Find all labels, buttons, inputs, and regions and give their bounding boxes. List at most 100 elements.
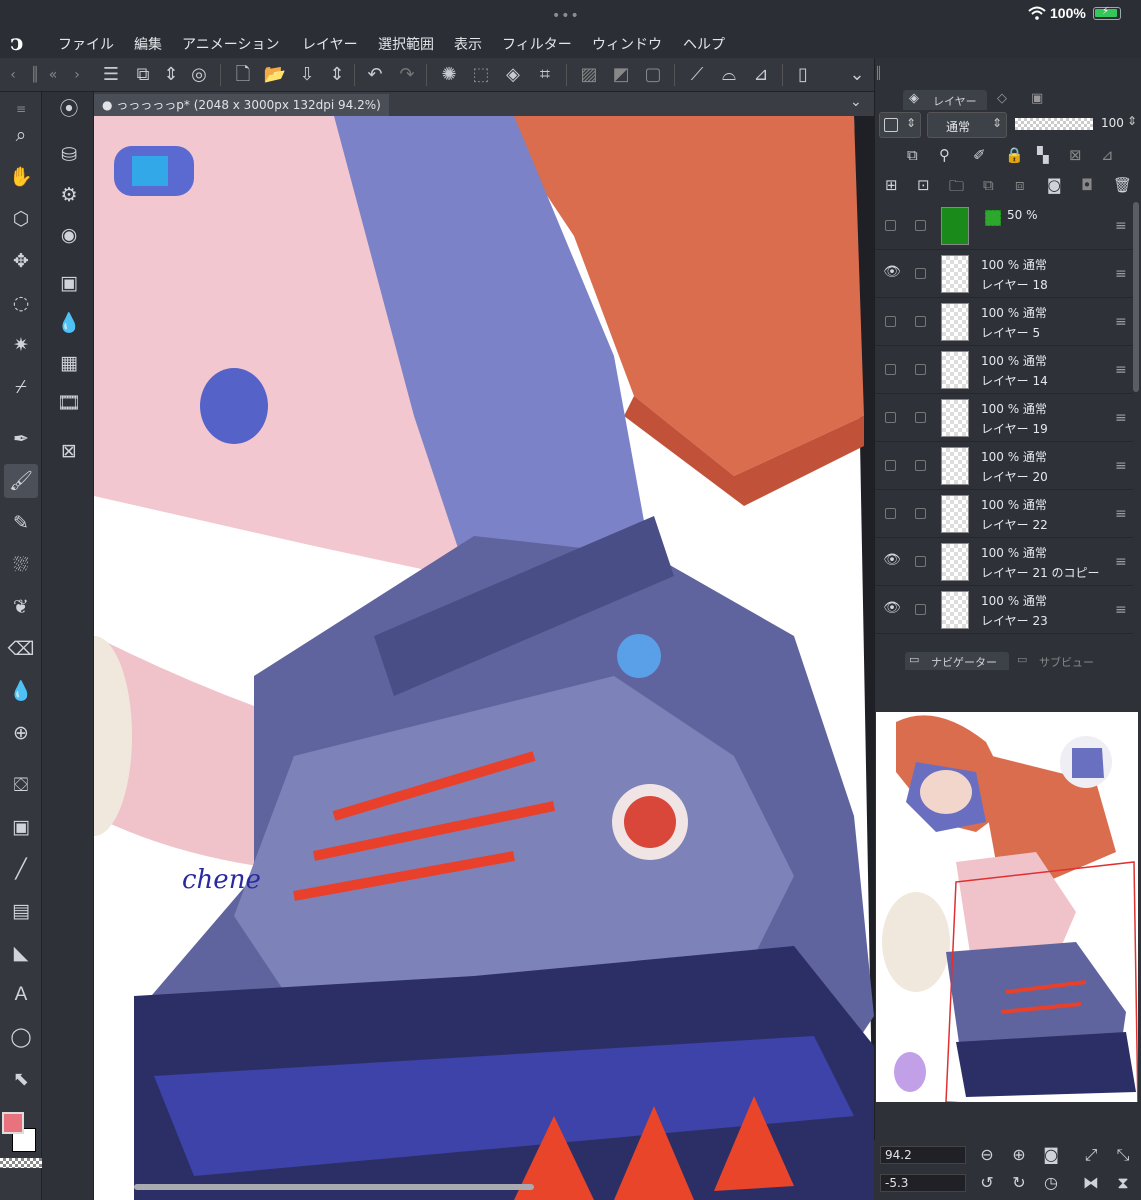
visibility-toggle[interactable]: [885, 364, 896, 375]
fit-screen-icon[interactable]: ⤢: [1080, 1144, 1102, 1166]
menu-file[interactable]: ファイル: [58, 34, 114, 54]
panel-grip-icon[interactable]: ║: [875, 66, 882, 80]
expression-color-box[interactable]: ⇕: [879, 112, 921, 138]
drag-handle-icon[interactable]: ≡: [1115, 602, 1127, 618]
mask-icon[interactable]: ⊠: [1069, 146, 1082, 164]
visibility-toggle[interactable]: [885, 316, 896, 327]
collapse-double-left-icon[interactable]: «: [40, 62, 66, 88]
ruler-icon[interactable]: ◣: [4, 936, 38, 970]
new-raster-layer-icon[interactable]: ⊞: [885, 176, 898, 194]
document-tab[interactable]: ● っっっっっp* (2048 x 3000px 132dpi 94.2%): [94, 94, 389, 116]
layer-row[interactable]: 100 % 通常 レイヤー 5 ≡: [875, 298, 1133, 346]
rotation-field[interactable]: -5.3: [880, 1174, 966, 1192]
drag-handle-icon[interactable]: ≡: [1115, 314, 1127, 330]
lock-toggle[interactable]: [915, 412, 926, 423]
canvas-scrollbar[interactable]: [134, 1184, 534, 1190]
flip-horizontal-icon[interactable]: ⧓: [1080, 1172, 1102, 1194]
layer-row[interactable]: 100 % 通常 レイヤー 20 ≡: [875, 442, 1133, 490]
gradient-icon[interactable]: ▣: [4, 810, 38, 844]
visibility-toggle[interactable]: [885, 508, 896, 519]
chevron-updown-icon[interactable]: ⇕: [324, 62, 350, 88]
visibility-toggle[interactable]: [885, 220, 896, 231]
flip-vertical-icon[interactable]: ⧗: [1112, 1172, 1134, 1194]
blend-mode-select[interactable]: 通常 ⇕: [927, 112, 1007, 138]
lock-toggle[interactable]: [915, 556, 926, 567]
move-icon[interactable]: ✥: [4, 244, 38, 278]
actual-size-icon[interactable]: ⤡: [1112, 1144, 1134, 1166]
menu-help[interactable]: ヘルプ: [683, 34, 725, 54]
airbrush-icon[interactable]: ⛆: [4, 548, 38, 582]
layer-tab[interactable]: ◈ レイヤー: [903, 90, 987, 110]
main-color-swatch[interactable]: [2, 1112, 24, 1134]
settings-layer-icon[interactable]: ⚙: [52, 178, 86, 212]
layer-row[interactable]: 👁 100 % 通常 レイヤー 21 のコピー ≡: [875, 538, 1133, 586]
clip-lower-layer-icon[interactable]: ⧉: [907, 146, 918, 164]
save-icon[interactable]: ⇩: [294, 62, 320, 88]
zoom-in-icon[interactable]: ⊕: [1008, 1144, 1030, 1166]
layer-row[interactable]: 100 % 通常 レイヤー 19 ≡: [875, 394, 1133, 442]
ruler-layer-icon[interactable]: ⊿: [1101, 146, 1114, 164]
eye-icon[interactable]: 👁: [883, 600, 901, 618]
lock-toggle[interactable]: [915, 508, 926, 519]
decoration-icon[interactable]: ❦: [4, 590, 38, 624]
hand-icon[interactable]: ✋: [4, 160, 38, 194]
grid-snap-icon[interactable]: ⊿: [748, 62, 774, 88]
pencil-icon[interactable]: ✎: [4, 506, 38, 540]
drag-handle-icon[interactable]: ≡: [1115, 506, 1127, 522]
subview-tab[interactable]: ▭ サブビュー: [1013, 652, 1103, 670]
navigator-tab[interactable]: ▭ ナビゲーター: [905, 652, 1009, 670]
drag-handle-icon[interactable]: ≡: [1115, 362, 1127, 378]
drag-handle-icon[interactable]: ≡: [1115, 266, 1127, 282]
layer-row[interactable]: 50 % ≡: [875, 202, 1133, 250]
chevron-updown-icon[interactable]: ⇕: [1127, 114, 1137, 128]
new-folder-icon[interactable]: 🗀: [949, 176, 964, 201]
frame-icon[interactable]: ▤: [4, 894, 38, 928]
app-logo-icon[interactable]: ↄ: [10, 30, 36, 56]
close-layer-icon[interactable]: ⊠: [52, 434, 86, 468]
fill-bucket-icon[interactable]: ◈: [500, 62, 526, 88]
layer-row[interactable]: 👁 100 % 通常 レイヤー 18 ≡: [875, 250, 1133, 298]
lock-toggle[interactable]: [915, 316, 926, 327]
color-mix-icon[interactable]: 💧: [52, 306, 86, 340]
navigator-preview[interactable]: [876, 712, 1138, 1102]
target-layer-icon[interactable]: ◉: [52, 218, 86, 252]
clear-icon[interactable]: ⬚: [468, 62, 494, 88]
lasso-select-icon[interactable]: ◌: [4, 286, 38, 320]
pen-icon[interactable]: ✒: [4, 422, 38, 456]
lock-toggle[interactable]: [915, 268, 926, 279]
expand-right-icon[interactable]: ›: [64, 62, 90, 88]
material-icon[interactable]: ▣: [52, 266, 86, 300]
eye-icon[interactable]: 👁: [883, 552, 901, 570]
lock-transparent-icon[interactable]: ▚: [1037, 146, 1049, 164]
quick-access-icon[interactable]: ⧉: [130, 62, 156, 88]
lock-toggle[interactable]: [915, 460, 926, 471]
text-icon[interactable]: A: [4, 978, 38, 1012]
ruler-snap-icon[interactable]: ⟋: [684, 62, 710, 88]
brush-icon[interactable]: 🖌: [4, 464, 38, 498]
clip-logo-icon[interactable]: ◎: [186, 62, 212, 88]
layer-row[interactable]: 👁 100 % 通常 レイヤー 23 ≡: [875, 586, 1133, 634]
opacity-slider[interactable]: [1015, 118, 1093, 130]
layer-scrollbar[interactable]: [1133, 202, 1139, 392]
magic-wand-icon[interactable]: ✷: [4, 328, 38, 362]
lock-icon[interactable]: 🔒: [1005, 146, 1024, 164]
lock-toggle[interactable]: [915, 604, 926, 615]
special-ruler-icon[interactable]: ⌓: [716, 62, 742, 88]
eye-icon[interactable]: 👁: [883, 264, 901, 282]
redo-icon[interactable]: ↷: [394, 62, 420, 88]
reference-layer-icon[interactable]: ⚲: [939, 146, 950, 164]
menu-filter[interactable]: フィルター: [502, 34, 572, 54]
menu-selection[interactable]: 選択範囲: [378, 34, 434, 54]
grid-icon[interactable]: ⊕: [4, 716, 38, 750]
open-folder-icon[interactable]: 📂: [262, 62, 288, 88]
zoom-icon[interactable]: ⌕: [4, 118, 38, 152]
menu-edit[interactable]: 編集: [134, 34, 162, 54]
menu-layer[interactable]: レイヤー: [302, 34, 358, 54]
layer-property-tab-icon[interactable]: ◇: [997, 91, 1007, 106]
transform-loading-icon[interactable]: ✺: [436, 62, 462, 88]
multitask-dots-icon[interactable]: •••: [552, 8, 580, 24]
draft-layer-icon[interactable]: ✐: [973, 146, 986, 164]
eyedropper-icon[interactable]: ⌿: [4, 370, 38, 404]
rotate-left-icon[interactable]: ↺: [976, 1172, 998, 1194]
crop-icon[interactable]: ⌗: [532, 62, 558, 88]
